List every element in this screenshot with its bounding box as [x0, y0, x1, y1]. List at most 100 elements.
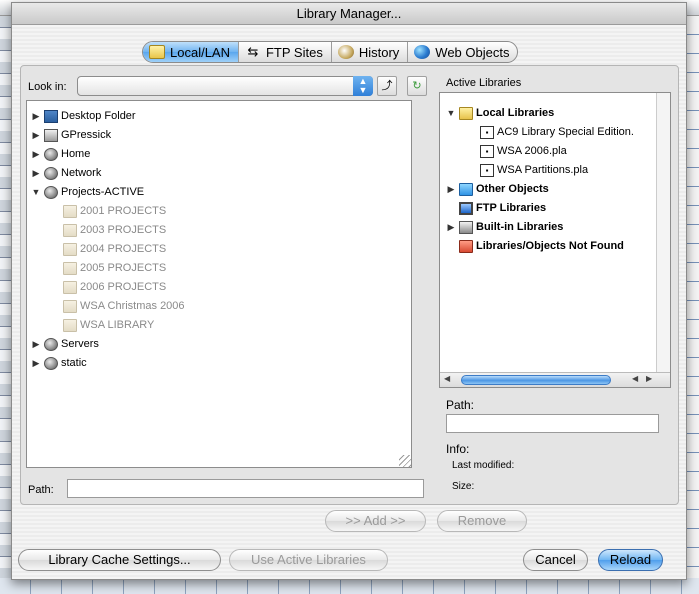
tree-item-local-libraries[interactable]: ▼ Local Libraries [445, 104, 554, 122]
tree-item-label: static [61, 357, 87, 369]
tree-item-label: Libraries/Objects Not Found [476, 240, 624, 252]
tab-label: History [358, 44, 400, 60]
cancel-button[interactable]: Cancel [523, 549, 588, 571]
tree-item-label: Servers [61, 338, 99, 350]
tree-item-wsa-library[interactable]: WSA LIBRARY [61, 316, 154, 334]
folder-icon [63, 204, 77, 218]
network-globe-icon [44, 185, 58, 199]
tree-item-label: GPressick [61, 129, 112, 141]
disclosure-triangle-icon[interactable]: ▶ [30, 168, 42, 179]
library-file-icon: ▪ [480, 125, 494, 139]
tab-local-lan[interactable]: Local/LAN [143, 42, 238, 62]
refresh-button[interactable]: ↻ [407, 76, 427, 96]
dropdown-arrows-icon: ▲ ▼ [353, 76, 373, 96]
tab-history[interactable]: History [330, 42, 407, 62]
disclosure-triangle-icon[interactable]: ▶ [30, 149, 42, 160]
tree-item-built-in-libraries[interactable]: ▶ Built-in Libraries [445, 218, 563, 236]
disclosure-triangle-icon[interactable]: ▶ [30, 339, 42, 350]
desktop-icon [44, 109, 58, 123]
remove-button[interactable]: Remove [437, 510, 527, 532]
scroll-left-arrow-icon[interactable]: ◀ [444, 374, 450, 383]
tree-item-wsa-christmas-2006[interactable]: WSA Christmas 2006 [61, 297, 185, 315]
tree-item-network[interactable]: ▶ Network [30, 164, 101, 182]
network-globe-icon [44, 356, 58, 370]
folder-icon [63, 280, 77, 294]
look-in-dropdown[interactable]: ▲ ▼ [77, 76, 373, 96]
library-manager-dialog: Library Manager... Local/LAN ⇆ FTP Sites… [11, 2, 687, 580]
horizontal-scroll-thumb[interactable] [461, 375, 611, 385]
tree-item-desktop-folder[interactable]: ▶ Desktop Folder [30, 107, 136, 125]
folder-browser-tree: ▶ Desktop Folder ▶ GPressick ▶ Home ▶ Ne… [26, 100, 412, 468]
tree-item-home[interactable]: ▶ Home [30, 145, 90, 163]
library-file-icon: ▪ [480, 163, 494, 177]
disclosure-triangle-expanded-icon[interactable]: ▼ [445, 108, 457, 118]
right-path-field[interactable] [446, 414, 659, 433]
tree-item-label: Network [61, 167, 102, 179]
tree-item-label: 2004 PROJECTS [80, 243, 167, 255]
dialog-title: Library Manager... [12, 3, 686, 25]
look-in-label: Look in: [28, 81, 67, 93]
folder-icon [63, 242, 77, 256]
folder-icon [63, 318, 77, 332]
tree-item-static[interactable]: ▶ static [30, 354, 87, 372]
disclosure-triangle-icon[interactable]: ▶ [445, 222, 457, 233]
tree-item-label: FTP Libraries [476, 202, 547, 214]
folder-icon [63, 261, 77, 275]
tree-item-2004-projects[interactable]: 2004 PROJECTS [61, 240, 166, 258]
tree-item-ac9-library[interactable]: ▪ AC9 Library Special Edition. [478, 123, 634, 141]
disclosure-triangle-icon[interactable]: ▶ [30, 111, 42, 122]
reload-button[interactable]: Reload [598, 549, 663, 571]
tree-item-2001-projects[interactable]: 2001 PROJECTS [61, 202, 166, 220]
tree-item-label: Other Objects [476, 183, 549, 195]
ftp-icon: ⇆ [247, 44, 259, 59]
last-modified-label: Last modified: [452, 460, 515, 471]
scroll-right-arrow-icon[interactable]: ▶ [646, 374, 652, 383]
info-label: Info: [446, 442, 470, 456]
background-bottom-strip [0, 578, 699, 594]
disclosure-triangle-icon[interactable]: ▶ [30, 130, 42, 141]
resize-grip-icon[interactable] [399, 455, 411, 467]
tab-ftp-sites[interactable]: ⇆ FTP Sites [237, 42, 331, 62]
tab-web-objects[interactable]: Web Objects [407, 42, 517, 62]
left-path-field[interactable] [67, 479, 424, 498]
tree-item-label: Built-in Libraries [476, 221, 564, 233]
tree-item-2003-projects[interactable]: 2003 PROJECTS [61, 221, 166, 239]
active-libraries-tree: ▼ Local Libraries ▪ AC9 Library Special … [439, 92, 671, 388]
drive-icon [44, 128, 58, 142]
horizontal-scrollbar[interactable]: ◀ ◀ ▶ [440, 372, 670, 387]
tree-item-ftp-libraries[interactable]: FTP Libraries [457, 199, 546, 217]
network-globe-icon [44, 166, 58, 180]
tree-item-projects-active[interactable]: ▼ Projects-ACTIVE [30, 183, 144, 201]
tree-item-label: Home [61, 148, 91, 160]
tree-item-other-objects[interactable]: ▶ Other Objects [445, 180, 549, 198]
tab-label: Web Objects [435, 44, 510, 60]
library-cache-settings-button[interactable]: Library Cache Settings... [18, 549, 221, 571]
disclosure-triangle-icon[interactable]: ▶ [445, 184, 457, 195]
monitor-icon [459, 201, 473, 215]
tree-item-2006-projects[interactable]: 2006 PROJECTS [61, 278, 166, 296]
tree-item-servers[interactable]: ▶ Servers [30, 335, 99, 353]
scroll-left-arrow-icon[interactable]: ◀ [632, 374, 638, 383]
tree-item-not-found[interactable]: Libraries/Objects Not Found [457, 237, 624, 255]
tree-item-wsa-partitions[interactable]: ▪ WSA Partitions.pla [478, 161, 588, 179]
folder-up-button[interactable]: ⤴ [377, 76, 397, 96]
disclosure-triangle-expanded-icon[interactable]: ▼ [30, 187, 42, 197]
tree-item-wsa-2006[interactable]: ▪ WSA 2006.pla [478, 142, 567, 160]
folder-up-icon: ⤴ [381, 80, 393, 92]
tree-item-label: AC9 Library Special Edition. [497, 126, 634, 138]
tree-item-label: 2005 PROJECTS [80, 262, 167, 274]
tree-item-label: Projects-ACTIVE [61, 186, 145, 198]
left-path-label: Path: [28, 484, 54, 496]
use-active-libraries-button[interactable]: Use Active Libraries [229, 549, 388, 571]
tree-item-2005-projects[interactable]: 2005 PROJECTS [61, 259, 166, 277]
add-button[interactable]: >> Add >> [325, 510, 426, 532]
size-label: Size: [452, 481, 475, 492]
tree-item-gpressick[interactable]: ▶ GPressick [30, 126, 111, 144]
network-globe-icon [44, 337, 58, 351]
vertical-scrollbar[interactable] [656, 93, 670, 374]
disclosure-triangle-icon[interactable]: ▶ [30, 358, 42, 369]
tree-item-label: WSA LIBRARY [80, 319, 155, 331]
network-globe-icon [44, 147, 58, 161]
tree-item-label: WSA Partitions.pla [497, 164, 589, 176]
refresh-icon: ↻ [412, 80, 422, 92]
